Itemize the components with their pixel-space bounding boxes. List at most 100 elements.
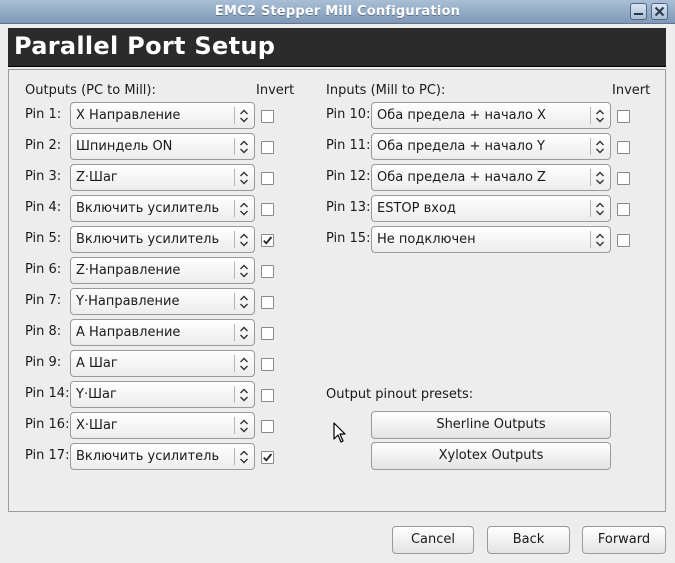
select-value: Y·Шаг	[76, 387, 117, 402]
select-separator	[234, 448, 235, 465]
select-separator	[590, 231, 591, 248]
select-value: Z·Направление	[76, 263, 181, 278]
updown-arrow-icon	[240, 419, 248, 433]
select-separator	[234, 324, 235, 341]
select-value: Z·Шаг	[76, 170, 118, 185]
updown-arrow-icon	[240, 450, 248, 464]
presets-header: Output pinout presets:	[326, 387, 474, 402]
invert-checkbox[interactable]	[261, 327, 274, 340]
inputs-invert-header: Invert	[612, 83, 651, 98]
select-value: Включить усилитель	[76, 201, 220, 216]
updown-arrow-icon	[240, 109, 248, 123]
select-separator	[234, 355, 235, 372]
invert-checkbox[interactable]	[617, 110, 630, 123]
invert-checkbox[interactable]	[617, 203, 630, 216]
pin-function-select[interactable]: Y·Направление	[70, 288, 255, 315]
sherline-outputs-button[interactable]: Sherline Outputs	[371, 411, 611, 439]
minimize-button[interactable]	[630, 3, 647, 20]
select-separator	[234, 169, 235, 186]
updown-arrow-icon	[596, 233, 604, 247]
pin-label: Pin 3:	[25, 169, 62, 184]
pin-function-select[interactable]: Включить усилитель	[70, 443, 255, 470]
xylotex-outputs-button[interactable]: Xylotex Outputs	[371, 442, 611, 470]
select-value: Включить усилитель	[76, 449, 220, 464]
select-value: Не подключен	[377, 232, 476, 247]
pin-label: Pin 10:	[326, 107, 371, 122]
pin-function-select[interactable]: Шпиндель ON	[70, 133, 255, 160]
invert-checkbox[interactable]	[261, 420, 274, 433]
wizard-window: EMC2 Stepper Mill Configuration Parallel…	[0, 0, 675, 563]
close-icon	[654, 6, 665, 17]
pin-function-select[interactable]: Оба предела + начало X	[371, 102, 611, 129]
updown-arrow-icon	[596, 109, 604, 123]
pin-function-select[interactable]: Z·Шаг	[70, 164, 255, 191]
cancel-button[interactable]: Cancel	[392, 526, 474, 554]
pin-function-select[interactable]: ESTOP вход	[371, 195, 611, 222]
pin-function-select[interactable]: A Шаг	[70, 350, 255, 377]
select-value: Y·Направление	[76, 294, 180, 309]
pin-function-select[interactable]: X·Шаг	[70, 412, 255, 439]
title-bar[interactable]: EMC2 Stepper Mill Configuration	[0, 0, 675, 24]
outputs-invert-header: Invert	[256, 83, 295, 98]
pin-function-select[interactable]: X Направление	[70, 102, 255, 129]
select-separator	[234, 386, 235, 403]
window-title: EMC2 Stepper Mill Configuration	[214, 4, 461, 19]
invert-checkbox[interactable]	[261, 451, 274, 464]
invert-checkbox[interactable]	[261, 296, 274, 309]
select-separator	[234, 262, 235, 279]
select-value: ESTOP вход	[377, 201, 456, 216]
select-value: A Направление	[76, 325, 181, 340]
pin-label: Pin 9:	[25, 355, 62, 370]
invert-checkbox[interactable]	[261, 265, 274, 278]
invert-checkbox[interactable]	[261, 358, 274, 371]
pin-function-select[interactable]: Оба предела + начало Z	[371, 164, 611, 191]
check-icon	[263, 236, 273, 245]
updown-arrow-icon	[596, 171, 604, 185]
invert-checkbox[interactable]	[617, 172, 630, 185]
invert-checkbox[interactable]	[617, 234, 630, 247]
pin-label: Pin 12:	[326, 169, 371, 184]
pin-label: Pin 6:	[25, 262, 62, 277]
outputs-header: Outputs (PC to Mill):	[25, 83, 156, 98]
pin-function-select[interactable]: Включить усилитель	[70, 195, 255, 222]
updown-arrow-icon	[240, 140, 248, 154]
updown-arrow-icon	[240, 295, 248, 309]
select-value: A Шаг	[76, 356, 118, 371]
invert-checkbox[interactable]	[261, 141, 274, 154]
invert-checkbox[interactable]	[261, 172, 274, 185]
updown-arrow-icon	[240, 388, 248, 402]
pin-function-select[interactable]: Не подключен	[371, 226, 611, 253]
page-title: Parallel Port Setup	[14, 32, 276, 60]
invert-checkbox[interactable]	[261, 234, 274, 247]
select-separator	[234, 138, 235, 155]
pin-label: Pin 16:	[25, 417, 70, 432]
select-value: Шпиндель ON	[76, 139, 173, 154]
mouse-pointer-icon	[333, 422, 346, 443]
invert-checkbox[interactable]	[261, 203, 274, 216]
pin-function-select[interactable]: A Направление	[70, 319, 255, 346]
select-value: X·Шаг	[76, 418, 118, 433]
page-banner: Parallel Port Setup	[8, 28, 666, 67]
select-separator	[234, 293, 235, 310]
updown-arrow-icon	[240, 202, 248, 216]
pin-label: Pin 13:	[326, 200, 371, 215]
select-value: Включить усилитель	[76, 232, 220, 247]
invert-checkbox[interactable]	[261, 389, 274, 402]
inputs-header: Inputs (Mill to PC):	[326, 83, 446, 98]
select-separator	[234, 417, 235, 434]
close-button[interactable]	[651, 3, 668, 20]
back-button[interactable]: Back	[487, 526, 570, 554]
select-value: Оба предела + начало Z	[377, 170, 546, 185]
select-value: X Направление	[76, 108, 181, 123]
invert-checkbox[interactable]	[261, 110, 274, 123]
minimize-icon	[634, 13, 643, 15]
pin-label: Pin 7:	[25, 293, 62, 308]
invert-checkbox[interactable]	[617, 141, 630, 154]
updown-arrow-icon	[240, 171, 248, 185]
pin-function-select[interactable]: Включить усилитель	[70, 226, 255, 253]
forward-button[interactable]: Forward	[582, 526, 666, 554]
pin-function-select[interactable]: Z·Направление	[70, 257, 255, 284]
pin-function-select[interactable]: Оба предела + начало Y	[371, 133, 611, 160]
updown-arrow-icon	[240, 264, 248, 278]
pin-function-select[interactable]: Y·Шаг	[70, 381, 255, 408]
